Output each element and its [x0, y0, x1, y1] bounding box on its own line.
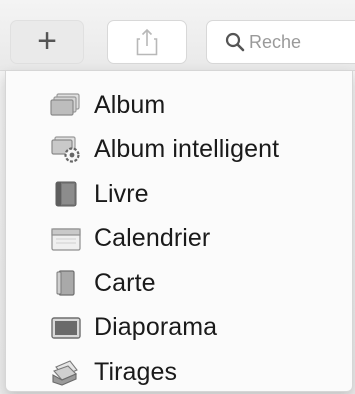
search-input[interactable]	[249, 31, 355, 53]
photos-window: + Album	[0, 0, 355, 394]
search-icon	[225, 32, 245, 52]
add-menu: Album Album intelligent Livre Calendrier…	[5, 70, 353, 392]
add-button[interactable]: +	[10, 20, 84, 64]
menu-item-smart-album[interactable]: Album intelligent	[6, 128, 352, 173]
prints-icon	[50, 358, 82, 386]
menu-item-slideshow[interactable]: Diaporama	[6, 306, 352, 351]
toolbar: +	[0, 0, 355, 71]
album-icon	[50, 91, 82, 119]
smart-album-icon	[50, 136, 82, 164]
menu-item-calendar[interactable]: Calendrier	[6, 217, 352, 262]
menu-item-card[interactable]: Carte	[6, 261, 352, 306]
menu-item-label: Calendrier	[94, 224, 211, 253]
plus-icon: +	[37, 21, 57, 60]
menu-item-label: Diaporama	[94, 313, 218, 342]
share-button[interactable]	[107, 20, 187, 64]
calendar-icon	[50, 225, 82, 253]
menu-item-book[interactable]: Livre	[6, 172, 352, 217]
menu-item-label: Carte	[94, 268, 156, 297]
card-icon	[50, 269, 82, 297]
search-field[interactable]	[206, 20, 355, 64]
menu-item-album[interactable]: Album	[6, 83, 352, 128]
slideshow-icon	[50, 314, 82, 342]
menu-item-label: Livre	[94, 179, 149, 208]
menu-item-label: Album	[94, 90, 166, 119]
book-icon	[50, 180, 82, 208]
share-icon	[136, 28, 158, 56]
menu-item-prints[interactable]: Tirages	[6, 350, 352, 394]
menu-item-label: Album intelligent	[94, 135, 280, 164]
menu-item-label: Tirages	[94, 357, 178, 386]
